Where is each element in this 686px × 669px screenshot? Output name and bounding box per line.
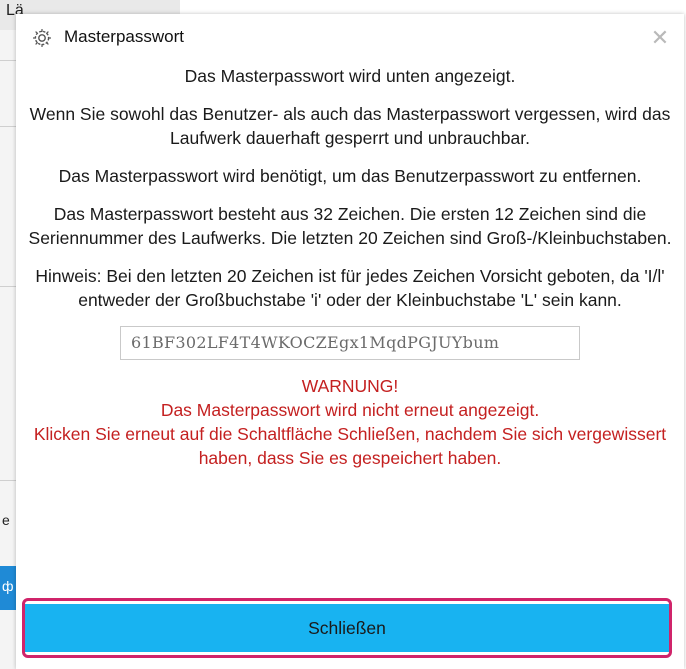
info-paragraph: Das Masterpasswort besteht aus 32 Zeiche… bbox=[28, 204, 672, 248]
background-letter: ф bbox=[2, 578, 14, 594]
background-divider bbox=[0, 126, 16, 127]
dialog-titlebar: Masterpasswort ✕ bbox=[16, 14, 684, 62]
background-letter: e bbox=[2, 512, 10, 528]
app-gear-icon bbox=[32, 28, 52, 48]
info-paragraph: Das Masterpasswort wird benötigt, um das… bbox=[58, 166, 642, 186]
background-divider bbox=[0, 60, 16, 61]
warning-line: Das Masterpasswort wird nicht erneut ang… bbox=[160, 400, 540, 420]
master-password-field[interactable]: 61BF302LF4T4WKOCZEgx1MqdPGJUYbum bbox=[120, 326, 580, 360]
dialog-title: Masterpasswort bbox=[64, 27, 184, 46]
close-icon[interactable]: ✕ bbox=[646, 24, 674, 52]
info-paragraph: Wenn Sie sowohl das Benutzer- als auch d… bbox=[29, 104, 671, 148]
warning-line: Klicken Sie erneut auf die Schaltfläche … bbox=[33, 424, 667, 468]
master-password-dialog: Masterpasswort ✕ Das Masterpasswort wird… bbox=[16, 14, 684, 669]
hint-paragraph: Hinweis: Bei den letzten 20 Zeichen ist … bbox=[35, 266, 665, 310]
close-button[interactable]: Schließen bbox=[25, 604, 669, 652]
background-divider bbox=[0, 286, 16, 287]
info-paragraph: Das Masterpasswort wird unten angezeigt. bbox=[184, 66, 516, 86]
background-divider bbox=[0, 480, 16, 481]
dialog-content: Das Masterpasswort wird unten angezeigt.… bbox=[26, 64, 674, 470]
warning-heading: WARNUNG! bbox=[301, 376, 399, 396]
